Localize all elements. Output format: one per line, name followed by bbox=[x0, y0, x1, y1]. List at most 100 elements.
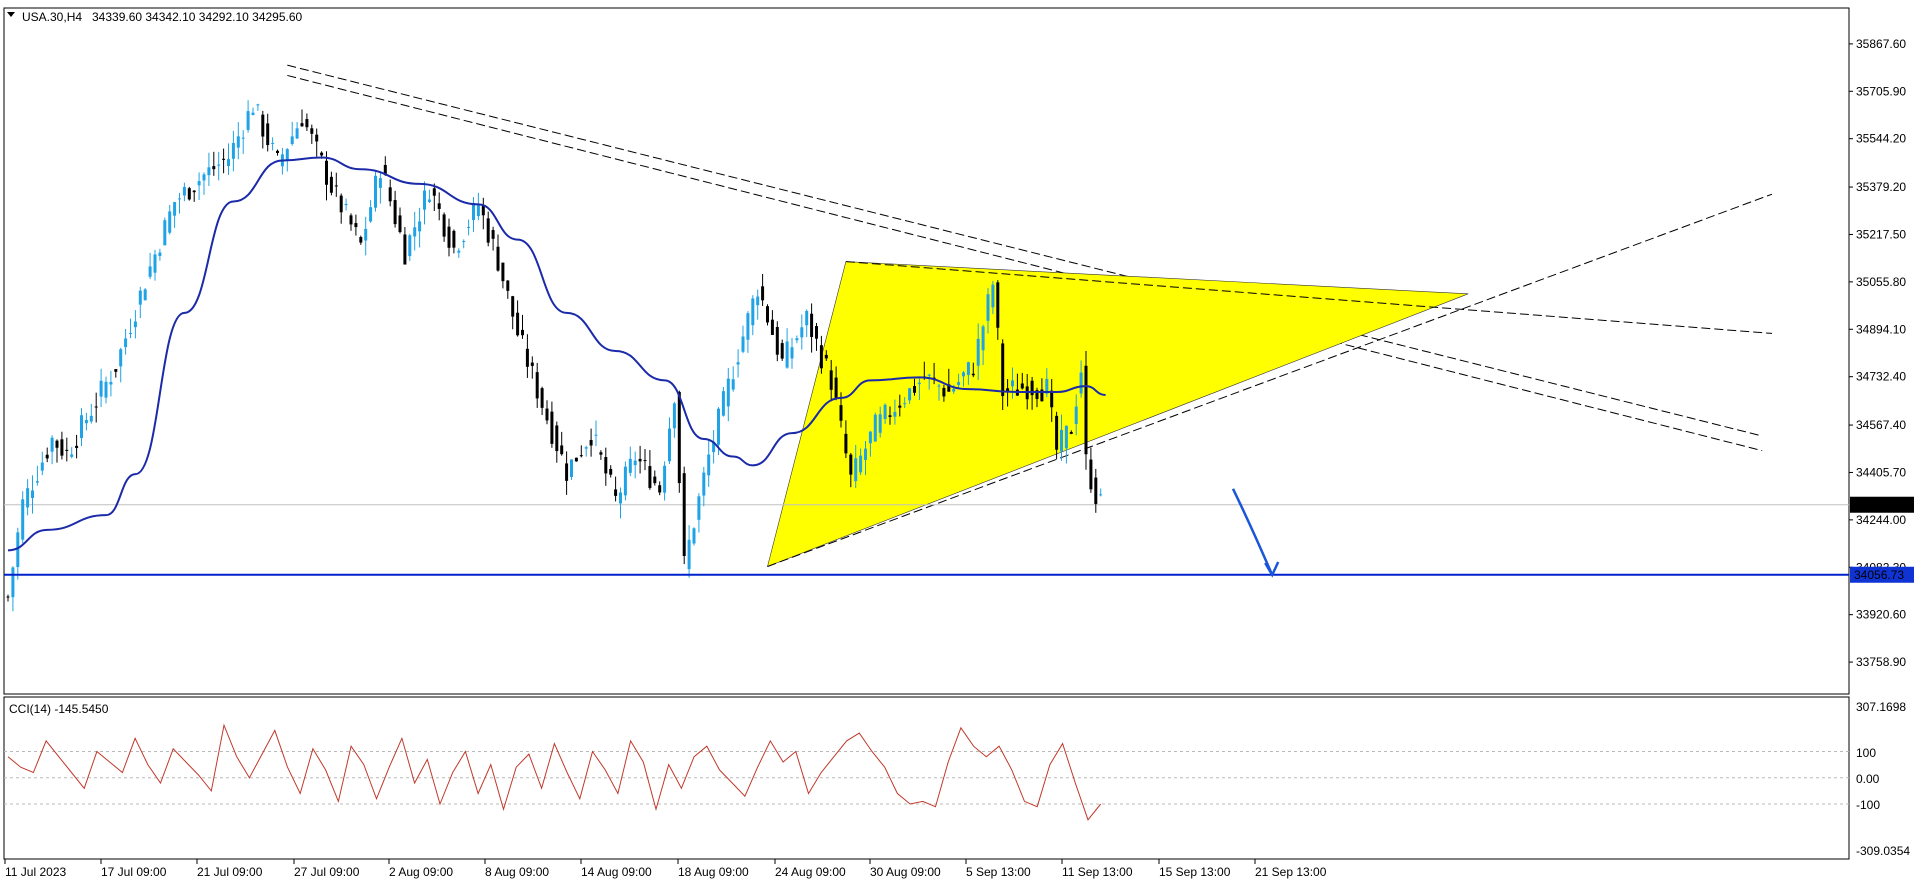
candle-body bbox=[197, 181, 201, 186]
candle-body bbox=[898, 405, 902, 408]
candle-body bbox=[496, 246, 500, 271]
candle-body bbox=[266, 123, 270, 146]
candle-body bbox=[261, 114, 265, 137]
candle-body bbox=[668, 428, 671, 462]
candle-body bbox=[952, 388, 956, 392]
candle-body bbox=[158, 252, 162, 256]
candle-body bbox=[717, 408, 720, 445]
candle-body bbox=[741, 336, 745, 352]
candle-body bbox=[682, 473, 686, 557]
chart-window: 35867.60 35705.90 35544.20 35379.20 35217.50… bbox=[0, 0, 1920, 884]
candle-body bbox=[937, 385, 941, 387]
candle-body bbox=[628, 458, 632, 473]
candle-body bbox=[285, 149, 289, 160]
candle-body bbox=[462, 241, 466, 243]
price-axis-label: 35544.20 bbox=[1856, 132, 1906, 146]
time-axis-label: 21 Jul 09:00 bbox=[197, 865, 263, 879]
candle-body bbox=[457, 250, 461, 253]
candle-body bbox=[692, 528, 696, 544]
candle-body bbox=[540, 388, 544, 408]
candle-body bbox=[614, 489, 618, 496]
candle-body bbox=[570, 459, 573, 477]
candle-body bbox=[227, 159, 230, 167]
candle-body bbox=[957, 382, 961, 385]
candle-body bbox=[663, 465, 667, 493]
candle-body bbox=[295, 128, 299, 139]
ohlc-values: 34339.60 34342.10 34292.10 34295.60 bbox=[92, 10, 303, 24]
candle-body bbox=[349, 215, 353, 225]
candle-body bbox=[217, 164, 221, 166]
candle-body bbox=[927, 374, 931, 376]
candle-body bbox=[334, 185, 338, 187]
candle-body bbox=[790, 347, 794, 359]
candle-body bbox=[604, 457, 608, 474]
candle-body bbox=[374, 175, 377, 208]
candle-body bbox=[276, 150, 279, 153]
candle-body bbox=[966, 362, 970, 376]
candle-body bbox=[119, 349, 123, 367]
candle-body bbox=[775, 327, 779, 355]
candle-body bbox=[344, 203, 348, 206]
candle-body bbox=[173, 202, 177, 216]
candle-body bbox=[878, 414, 882, 433]
candle-body bbox=[986, 294, 990, 321]
candle-body bbox=[761, 286, 765, 301]
candle-body bbox=[325, 160, 328, 185]
candle-body bbox=[780, 343, 784, 359]
candle-body bbox=[143, 289, 147, 301]
candle-body bbox=[834, 377, 838, 399]
candle-body bbox=[579, 455, 583, 457]
candle-body bbox=[6, 596, 10, 598]
candle-body bbox=[403, 234, 407, 265]
candle-body bbox=[491, 230, 495, 239]
price-axis-label: 35379.20 bbox=[1856, 180, 1906, 194]
candle-body bbox=[163, 220, 167, 246]
candle-body bbox=[516, 312, 520, 336]
candle-body bbox=[849, 454, 853, 475]
candle-body bbox=[388, 187, 392, 202]
price-axis-label: 34405.70 bbox=[1856, 465, 1906, 479]
candle-body bbox=[702, 472, 706, 496]
candle-body bbox=[913, 386, 916, 393]
candle-body bbox=[408, 235, 412, 257]
time-axis-label: 15 Sep 13:00 bbox=[1159, 865, 1231, 879]
candle-body bbox=[854, 458, 858, 482]
candle-body bbox=[623, 466, 627, 496]
candle-body bbox=[756, 296, 760, 306]
candle-body bbox=[207, 167, 211, 176]
candle-body bbox=[11, 567, 15, 598]
candle-body bbox=[976, 338, 980, 366]
candle-body bbox=[359, 237, 363, 243]
price-axis-label: 34567.40 bbox=[1856, 418, 1906, 432]
candle-body bbox=[736, 362, 740, 365]
candle-body bbox=[437, 203, 441, 209]
candle-body bbox=[981, 326, 985, 351]
candle-body bbox=[1079, 372, 1083, 394]
candle-body bbox=[864, 448, 867, 460]
cci-axis-label-max: 307.1698 bbox=[1856, 700, 1906, 714]
candle-body bbox=[138, 290, 142, 305]
candle-body bbox=[824, 354, 828, 359]
candle-body bbox=[236, 136, 240, 148]
candle-body bbox=[721, 391, 725, 416]
candle-body bbox=[153, 254, 157, 273]
time-axis-label: 21 Sep 13:00 bbox=[1255, 865, 1327, 879]
candle-body bbox=[903, 403, 907, 405]
price-axis-label: 35055.80 bbox=[1856, 275, 1906, 289]
candle-body bbox=[795, 338, 799, 341]
candle-body bbox=[427, 199, 431, 202]
candle-body bbox=[766, 306, 769, 323]
time-axis-label: 2 Aug 09:00 bbox=[389, 865, 453, 879]
cci-axis-label-minus-100: -100 bbox=[1856, 798, 1880, 812]
candle-body bbox=[364, 228, 368, 241]
candle-body bbox=[839, 405, 843, 421]
candle-body bbox=[192, 190, 196, 193]
candle-body bbox=[80, 415, 83, 439]
candle-body bbox=[300, 123, 304, 127]
candle-body bbox=[423, 190, 426, 210]
price-axis-label: 34894.10 bbox=[1856, 322, 1906, 336]
candle-body bbox=[187, 188, 191, 200]
candle-body bbox=[133, 321, 137, 328]
candle-body bbox=[45, 454, 49, 459]
candle-body bbox=[231, 142, 235, 159]
